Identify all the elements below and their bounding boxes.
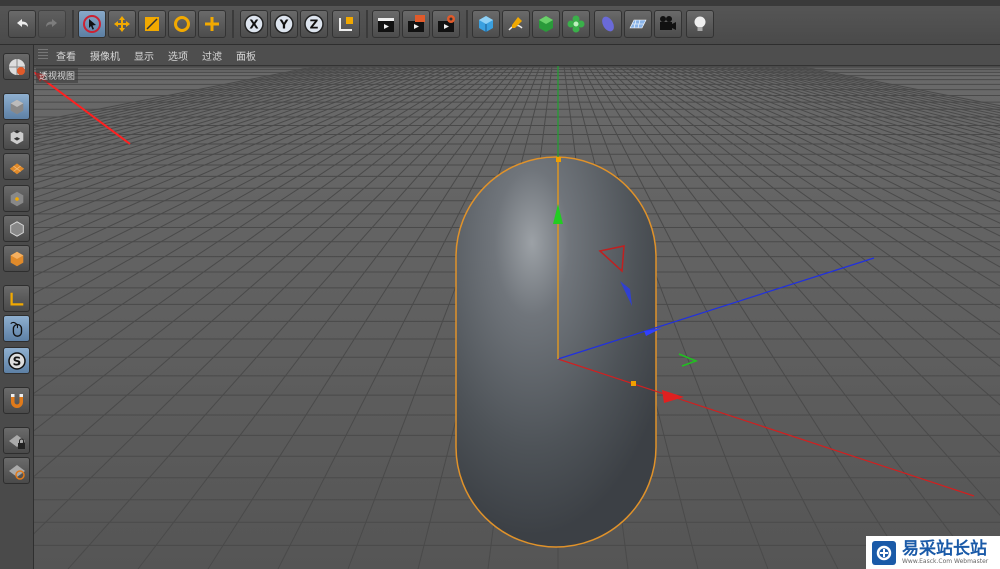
watermark-text: 易采站长站 Www.Easck.Com Webmaster [902,540,988,566]
light-bulb-icon [694,16,706,31]
polygons-cube-icon [10,251,23,266]
floor-grid-icon [629,19,647,29]
undo-icon [17,19,28,27]
workplane-grid-icon [9,162,24,174]
x-axis-icon: X [244,14,264,34]
solo-s-icon: S [7,351,26,370]
clapper-gear-icon [438,15,455,32]
menu-camera[interactable]: 摄像机 [90,48,120,63]
edges-cube-icon [9,220,24,237]
toolbar-separator [466,10,468,38]
plus-cross-icon [205,17,219,31]
y-axis-label: Y [279,18,289,32]
move-tool-button[interactable] [108,10,136,38]
solo-label: S [12,354,21,368]
light-button[interactable] [686,10,714,38]
polygons-mode-button[interactable] [3,245,30,272]
grid-rotate-icon [8,464,25,480]
grid-lock-icon [8,434,25,449]
y-axis-lock-button[interactable]: Y [270,10,298,38]
points-cube-icon [10,191,23,206]
axis-corner-icon [9,292,23,306]
viewport-canvas[interactable] [34,66,1000,569]
top-handle-point[interactable] [556,157,561,162]
axis-mode-button[interactable] [3,285,30,312]
toolbar-separator [366,10,368,38]
live-selection-button[interactable] [198,10,226,38]
z-axis-label: Z [310,18,319,32]
make-editable-button[interactable] [3,53,30,80]
undo-button[interactable] [8,10,36,38]
redo-icon [46,19,57,27]
edges-mode-button[interactable] [3,215,30,242]
floor-button[interactable] [624,10,652,38]
scale-tool-button[interactable] [138,10,166,38]
cloner-button[interactable] [562,10,590,38]
bend-deformer-icon [602,16,614,32]
cube-object-button[interactable] [472,10,500,38]
render-view-button[interactable] [372,10,400,38]
flower-icon [567,15,585,33]
cursor-arrow-icon [83,15,101,33]
magnet-icon [10,393,23,408]
select-tool-button[interactable] [78,10,106,38]
deformer-button[interactable] [594,10,622,38]
solo-button[interactable]: S [3,347,30,374]
workplane-mode-button[interactable] [3,153,30,180]
x-axis-lock-button[interactable]: X [240,10,268,38]
watermark-logo-icon [872,540,896,565]
menu-options[interactable]: 选项 [168,48,188,63]
coordinate-system-button[interactable] [332,10,360,38]
viewport-menu-bar: 查看 摄像机 显示 选项 过滤 面板 [34,45,1000,66]
tweak-mode-button[interactable] [3,315,30,342]
planar-workplane-button[interactable] [3,457,30,484]
perspective-viewport[interactable]: 透视视图 [34,66,1000,569]
snap-button[interactable] [3,387,30,414]
rotate-tool-button[interactable] [168,10,196,38]
menu-view[interactable]: 查看 [56,48,76,63]
redo-button[interactable] [38,10,66,38]
main-toolbar: X Y Z [0,6,1000,45]
render-settings-button[interactable] [432,10,460,38]
lock-workplane-button[interactable] [3,427,30,454]
model-cube-icon [10,99,23,114]
model-mode-button[interactable] [3,93,30,120]
camera-icon [660,16,676,30]
cube-icon [479,16,493,32]
pen-spline-icon [508,17,523,31]
menu-filter[interactable]: 过滤 [202,48,222,63]
checker-cube-icon [10,129,23,144]
subdivision-surface-button[interactable] [532,10,560,38]
toolbar-separator [232,10,234,38]
texture-mode-button[interactable] [3,123,30,150]
clapper-icon [378,18,394,32]
globe-sphere-icon [8,58,25,75]
watermark-title: 易采站长站 [902,538,987,559]
toolbar-separator [72,10,74,38]
y-axis-icon: Y [274,14,294,34]
z-axis-icon: Z [304,14,324,34]
site-watermark: 易采站长站 Www.Easck.Com Webmaster [866,536,1000,569]
watermark-subtitle: Www.Easck.Com Webmaster [902,557,989,565]
cinema4d-window: X Y Z S 查看 摄像机 显示 选项 过滤 面板 透视视图 易采站长站 Ww… [0,0,1000,569]
x-axis-label: X [249,18,259,32]
points-mode-button[interactable] [3,185,30,212]
menu-display[interactable]: 显示 [134,48,154,63]
green-cube-icon [539,16,553,32]
render-picture-viewer-button[interactable] [402,10,430,38]
mouse-icon [9,321,22,337]
coordinate-system-icon [339,17,353,31]
z-axis-lock-button[interactable]: Z [300,10,328,38]
move-arrows-icon [114,16,130,32]
viewport-label: 透视视图 [36,68,79,83]
left-tool-palette: S [0,45,34,569]
clapper-render-icon [408,15,425,32]
side-handle-point[interactable] [631,381,636,386]
spline-pen-button[interactable] [502,10,530,38]
rotate-icon [174,16,190,32]
menu-panel[interactable]: 面板 [236,48,256,63]
menu-grip-handle[interactable] [38,49,48,61]
camera-button[interactable] [654,10,682,38]
scale-icon [145,17,159,31]
